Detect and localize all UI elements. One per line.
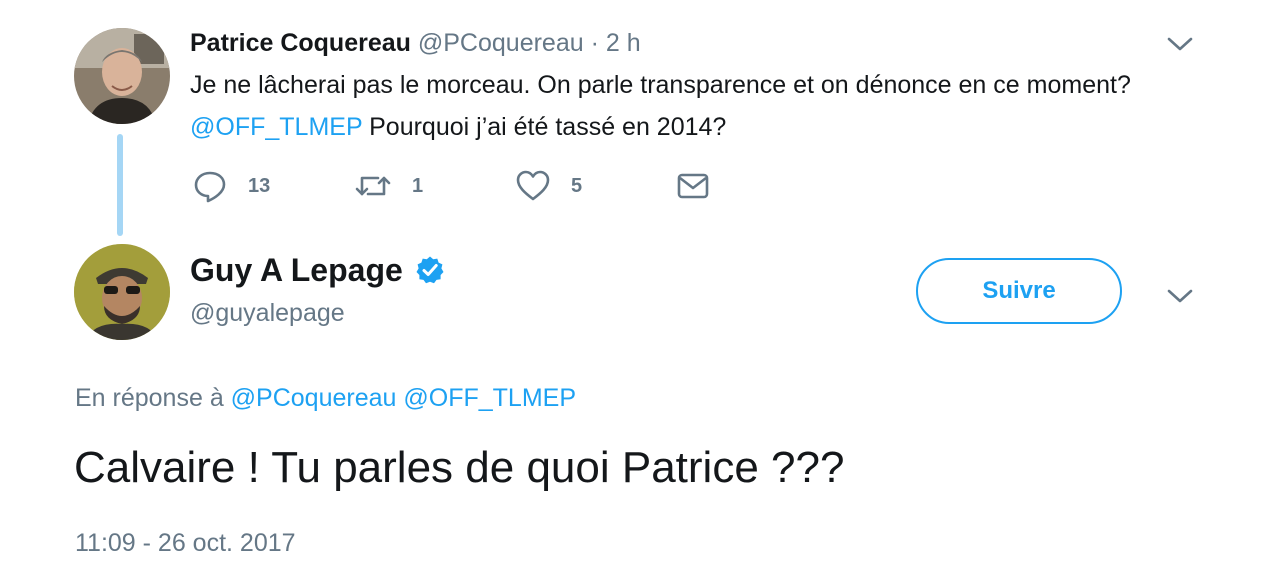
main-tweet-text: Calvaire ! Tu parles de quoi Patrice ??? [74,443,845,492]
thread-line [117,134,123,236]
tweet-conversation: Patrice Coquereau @PCoquereau · 2 h Je n… [0,0,1272,586]
reply-button[interactable]: 13 [192,168,270,204]
direct-message-button[interactable] [676,168,710,204]
replying-to: En réponse à @PCoquereau @OFF_TLMEP [75,380,576,416]
follow-button[interactable]: Suivre [916,258,1122,324]
parent-author-name[interactable]: Patrice Coquereau [190,29,411,57]
reply-mention-off-tlmep[interactable]: @OFF_TLMEP [403,384,576,412]
retweet-button[interactable]: 1 [354,168,423,204]
like-button[interactable]: 5 [515,168,582,204]
parent-author-handle[interactable]: @PCoquereau [418,29,584,57]
retweet-icon [355,176,391,196]
reply-mention-pcoquereau[interactable]: @PCoquereau [231,384,397,412]
parent-tweet-header: Patrice Coquereau @PCoquereau · 2 h [190,26,641,60]
retweet-count: 1 [412,174,424,197]
avatar-guy[interactable] [74,244,170,340]
chevron-down-icon[interactable] [1165,34,1195,54]
meta-separator: · [590,29,599,57]
parent-mention-link[interactable]: @OFF_TLMEP [190,113,362,141]
main-author-handle[interactable]: @guyalepage [190,296,345,330]
parent-time-ago[interactable]: 2 h [606,29,641,57]
reply-count: 13 [248,174,271,197]
chevron-down-icon[interactable] [1165,286,1195,306]
avatar-patrice[interactable] [74,28,170,124]
parent-text-part1: Je ne lâcherai pas le morceau. On parle … [190,71,1131,99]
tweet-timestamp[interactable]: 11:09 - 26 oct. 2017 [75,526,296,560]
verified-badge-icon [416,256,444,284]
parent-tweet-text: Je ne lâcherai pas le morceau. On parle … [190,64,1180,148]
heart-icon [516,170,550,201]
parent-text-part2: Pourquoi j’ai été tassé en 2014? [362,113,727,141]
like-count: 5 [571,174,583,197]
main-author-name-row: Guy A Lepage [190,250,445,290]
reply-prefix: En réponse à [75,384,224,412]
reply-icon [194,171,226,203]
envelope-icon [677,173,709,199]
main-author-name[interactable]: Guy A Lepage [190,250,403,290]
